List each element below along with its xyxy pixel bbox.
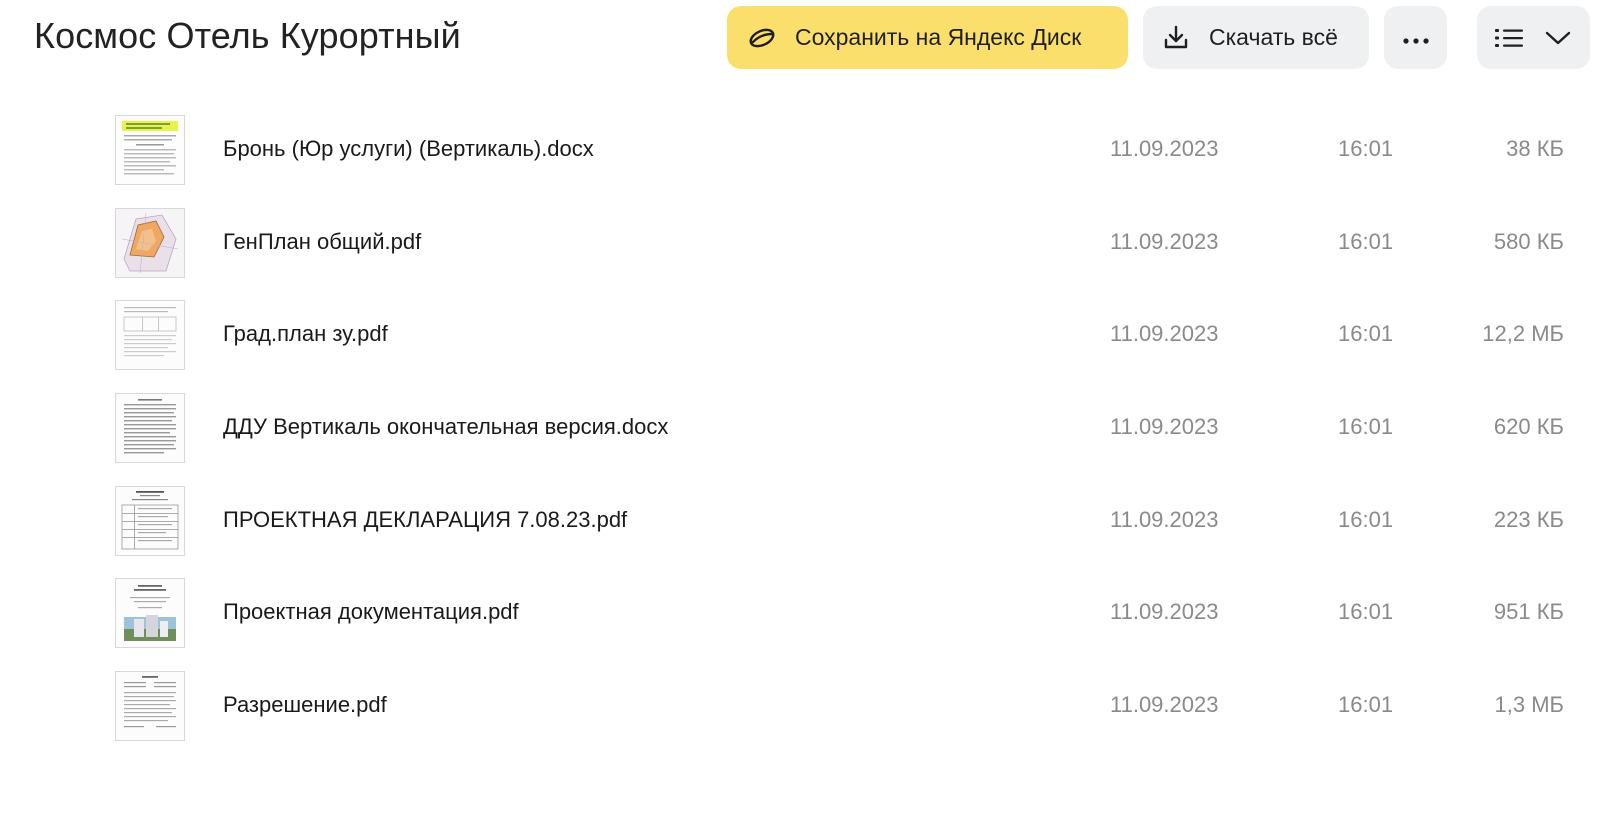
file-time: 16:01 [1338, 599, 1394, 625]
file-size: 12,2 МБ [1482, 321, 1564, 347]
chevron-down-icon [1543, 23, 1573, 53]
file-date: 11.09.2023 [1110, 136, 1219, 161]
file-name[interactable]: Град.план зу.pdf [223, 288, 388, 380]
file-time: 16:01 [1338, 228, 1394, 254]
file-name[interactable]: ПРОЕКТНАЯ ДЕКЛАРАЦИЯ 7.08.23.pdf [223, 474, 627, 566]
file-row[interactable]: ДДУ Вертикаль окончательная версия.docx … [0, 381, 1600, 474]
list-view-icon [1493, 23, 1525, 53]
file-name[interactable]: Бронь (Юр услуги) (Вертикаль).docx [223, 103, 594, 195]
file-row[interactable]: ПРОЕКТНАЯ ДЕКЛАРАЦИЯ 7.08.23.pdf 11.09.2… [0, 474, 1600, 567]
file-size: 223 КБ [1493, 506, 1564, 532]
file-name[interactable]: ДДУ Вертикаль окончательная версия.docx [223, 381, 668, 473]
file-size: 951 КБ [1493, 599, 1564, 625]
file-row[interactable]: Бронь (Юр услуги) (Вертикаль).docx 11.09… [0, 103, 1600, 196]
file-thumbnail [115, 393, 185, 464]
file-thumbnail [115, 300, 185, 371]
file-thumbnail [115, 578, 185, 649]
file-time: 16:01 [1338, 321, 1394, 347]
public-folder-page: Космос Отель Курортный Сохранить на Янде… [0, 0, 1600, 813]
file-size: 580 КБ [1493, 228, 1564, 254]
disk-logo-icon [745, 21, 779, 55]
file-row[interactable]: Проектная документация.pdf 11.09.2023 16… [0, 566, 1600, 659]
file-thumbnail [115, 207, 185, 278]
save-to-disk-button[interactable]: Сохранить на Яндекс Диск [727, 6, 1128, 69]
file-row[interactable]: ГенПлан общий.pdf 11.09.2023 16:01 580 К… [0, 196, 1600, 289]
view-mode-button[interactable] [1477, 6, 1590, 69]
header: Космос Отель Курортный Сохранить на Янде… [0, 0, 1600, 76]
file-time: 16:01 [1338, 692, 1394, 718]
file-row[interactable]: Град.план зу.pdf 11.09.2023 16:01 12,2 М… [0, 288, 1600, 381]
file-size: 1,3 МБ [1494, 692, 1564, 718]
file-name[interactable]: Проектная документация.pdf [223, 566, 519, 658]
file-date: 11.09.2023 [1110, 414, 1219, 440]
file-name[interactable]: ГенПлан общий.pdf [223, 196, 421, 288]
file-date: 11.09.2023 [1110, 692, 1219, 718]
page-title: Космос Отель Курортный [34, 15, 461, 56]
file-time: 16:01 [1338, 414, 1394, 440]
download-button-label: Скачать всё [1209, 24, 1338, 50]
file-time: 16:01 [1338, 506, 1394, 532]
file-thumbnail [115, 485, 185, 556]
file-list: Бронь (Юр услуги) (Вертикаль).docx 11.09… [0, 103, 1600, 752]
file-size: 620 КБ [1493, 414, 1564, 440]
file-date: 11.09.2023 [1110, 506, 1219, 532]
file-date: 11.09.2023 [1110, 599, 1219, 625]
file-time: 16:01 [1338, 136, 1394, 161]
file-thumbnail [115, 671, 185, 742]
save-button-label: Сохранить на Яндекс Диск [795, 24, 1082, 50]
file-size: 38 КБ [1506, 136, 1564, 161]
file-date: 11.09.2023 [1110, 228, 1219, 254]
more-actions-button[interactable] [1384, 6, 1447, 69]
file-name[interactable]: Разрешение.pdf [223, 659, 387, 751]
file-thumbnail [115, 115, 185, 185]
download-all-button[interactable]: Скачать всё [1143, 6, 1369, 69]
ellipsis-icon [1401, 24, 1431, 51]
file-row[interactable]: Разрешение.pdf 11.09.2023 16:01 1,3 МБ [0, 659, 1600, 752]
download-icon [1161, 23, 1191, 53]
file-date: 11.09.2023 [1110, 321, 1219, 347]
